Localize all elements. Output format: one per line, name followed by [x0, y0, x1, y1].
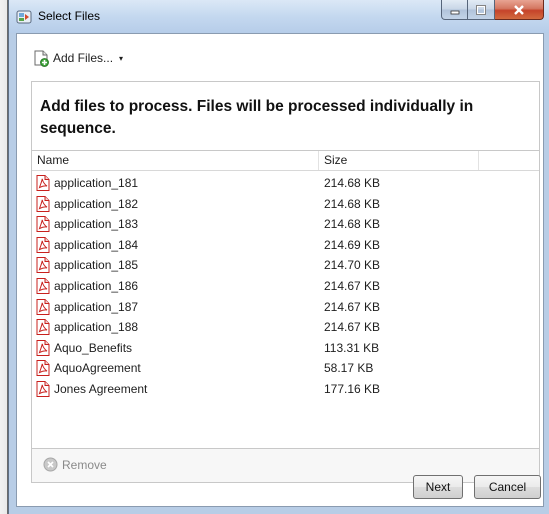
file-size: 214.69 KB — [324, 237, 381, 252]
file-panel: Add files to process. Files will be proc… — [31, 81, 540, 483]
pdf-file-icon — [36, 236, 50, 253]
table-row[interactable]: application_181 214.68 KB — [32, 173, 539, 194]
file-name: application_186 — [54, 278, 139, 293]
add-files-label: Add Files... — [53, 51, 114, 65]
remove-button[interactable]: Remove — [43, 457, 107, 472]
remove-label: Remove — [62, 457, 107, 472]
pdf-file-icon — [36, 360, 50, 377]
close-button[interactable] — [495, 0, 544, 20]
table-row[interactable]: application_188 214.67 KB — [32, 317, 539, 338]
minimize-icon — [450, 10, 459, 14]
column-header-name[interactable]: Name — [32, 151, 319, 170]
add-files-icon — [34, 50, 49, 67]
title-bar[interactable]: Select Files — [9, 0, 549, 33]
window-controls — [441, 0, 546, 20]
file-size: 113.31 KB — [324, 340, 380, 355]
file-name: application_183 — [54, 217, 139, 232]
select-files-app-icon — [16, 10, 32, 24]
toolbar: Add Files... ▾ — [17, 34, 543, 73]
dialog-content: Add Files... ▾ Add files to process. Fil… — [16, 33, 544, 507]
file-size: 58.17 KB — [324, 361, 374, 376]
file-size: 177.16 KB — [324, 381, 381, 396]
file-size: 214.67 KB — [324, 278, 381, 293]
chevron-down-icon: ▾ — [119, 53, 124, 63]
cancel-button[interactable]: Cancel — [474, 475, 541, 499]
file-size: 214.67 KB — [324, 320, 381, 335]
table-row[interactable]: application_184 214.69 KB — [32, 235, 539, 256]
file-size: 214.68 KB — [324, 176, 381, 190]
list-header: Name Size — [32, 151, 539, 171]
pdf-file-icon — [36, 216, 50, 233]
pdf-file-icon — [36, 257, 50, 274]
column-header-size[interactable]: Size — [319, 151, 479, 170]
remove-icon — [43, 457, 58, 472]
table-row[interactable]: application_182 214.68 KB — [32, 194, 539, 215]
file-rows: application_181 214.68 KB application_182 2… — [32, 171, 539, 400]
pdf-file-icon — [36, 298, 50, 315]
file-size: 214.67 KB — [324, 299, 381, 314]
file-name: AquoAgreement — [54, 361, 141, 376]
file-name: application_187 — [54, 299, 139, 314]
minimize-button[interactable] — [441, 0, 468, 20]
close-icon — [514, 4, 524, 15]
table-row[interactable]: application_186 214.67 KB — [32, 276, 539, 297]
pdf-file-icon — [36, 195, 50, 212]
pdf-file-icon — [36, 339, 50, 356]
file-name: application_181 — [54, 176, 139, 190]
add-files-button[interactable]: Add Files... ▾ — [33, 48, 123, 68]
file-name: application_184 — [54, 237, 139, 252]
file-name: application_182 — [54, 196, 139, 211]
next-button[interactable]: Next — [413, 475, 463, 499]
file-list[interactable]: Name Size application_181 214.68 KB applic… — [32, 150, 539, 435]
select-files-window: Select Files Add Files... ▾ Add files to… — [8, 0, 549, 514]
file-name: application_185 — [54, 258, 139, 273]
table-row[interactable]: Aquo_Benefits 113.31 KB — [32, 338, 539, 359]
pdf-file-icon — [36, 175, 50, 191]
table-row[interactable]: application_187 214.67 KB — [32, 297, 539, 318]
file-name: Jones Agreement — [54, 381, 148, 396]
file-name: Aquo_Benefits — [54, 340, 133, 355]
pdf-file-icon — [36, 380, 50, 397]
pdf-file-icon — [36, 319, 50, 336]
table-row[interactable]: AquoAgreement 58.17 KB — [32, 358, 539, 379]
file-size: 214.70 KB — [324, 258, 381, 273]
table-row[interactable]: application_185 214.70 KB — [32, 255, 539, 276]
maximize-button[interactable] — [468, 0, 495, 20]
file-size: 214.68 KB — [324, 217, 381, 232]
instructions-heading: Add files to process. Files will be proc… — [40, 98, 474, 137]
file-name: application_188 — [54, 320, 139, 335]
table-row[interactable]: application_183 214.68 KB — [32, 214, 539, 235]
maximize-icon — [476, 4, 486, 15]
table-row[interactable]: Jones Agreement 177.16 KB — [32, 379, 539, 400]
file-size: 214.68 KB — [324, 196, 381, 211]
pdf-file-icon — [36, 277, 50, 294]
window-title: Select Files — [38, 9, 101, 23]
